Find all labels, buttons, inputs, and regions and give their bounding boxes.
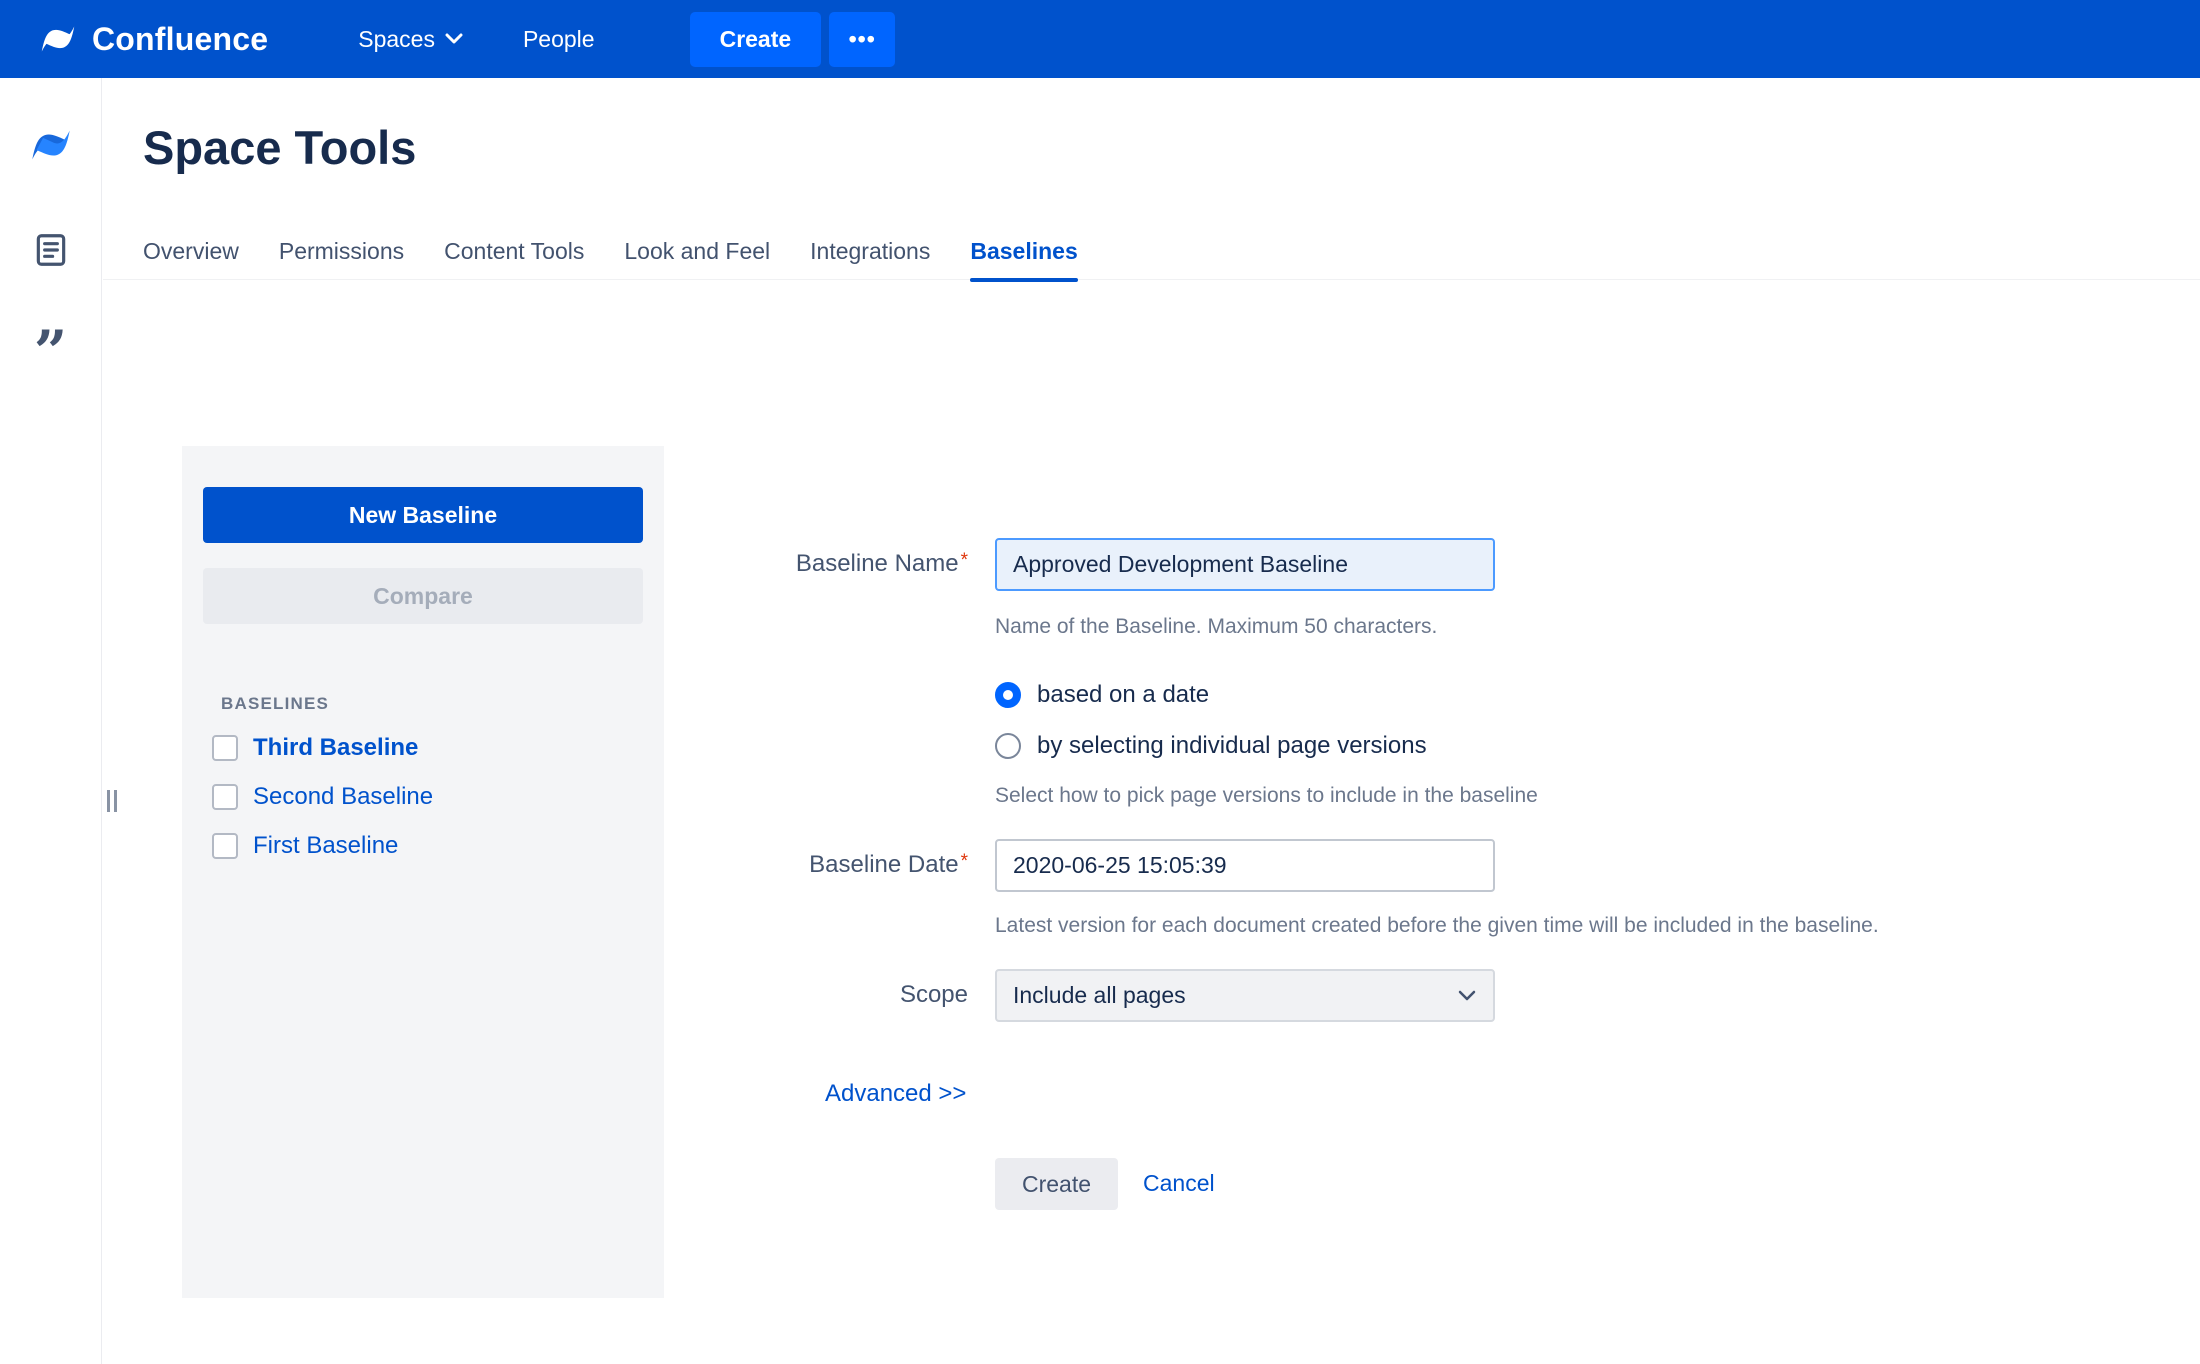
space-logo[interactable] bbox=[26, 120, 76, 170]
radio-selected-icon[interactable] bbox=[995, 682, 1021, 708]
tab-overview[interactable]: Overview bbox=[143, 224, 239, 280]
sidebar-item-blogs[interactable]: ” bbox=[29, 330, 73, 374]
baselines-list-header: BASELINES bbox=[221, 694, 329, 714]
radio-based-on-date[interactable]: based on a date bbox=[995, 681, 1209, 709]
baseline-list-item[interactable]: Second Baseline bbox=[212, 783, 433, 811]
page-title: Space Tools bbox=[143, 120, 416, 175]
sidebar-resize-handle[interactable] bbox=[104, 788, 120, 814]
baselines-panel: New Baseline Compare BASELINES Third Bas… bbox=[182, 446, 664, 1298]
baseline-name-input[interactable] bbox=[995, 538, 1495, 591]
compare-button[interactable]: Compare bbox=[203, 568, 643, 624]
scope-select[interactable]: Include all pages bbox=[995, 969, 1495, 1022]
top-navigation-bar: Confluence Spaces People Create ••• bbox=[0, 0, 2200, 78]
tab-baselines[interactable]: Baselines bbox=[970, 224, 1077, 280]
space-tools-tabs: Overview Permissions Content Tools Look … bbox=[103, 224, 2200, 280]
baseline-name-help: Name of the Baseline. Maximum 50 charact… bbox=[995, 615, 1437, 639]
confluence-space-icon bbox=[28, 122, 74, 168]
form-create-button[interactable]: Create bbox=[995, 1158, 1118, 1210]
create-button[interactable]: Create bbox=[690, 12, 822, 67]
radio-unselected-icon[interactable] bbox=[995, 733, 1021, 759]
advanced-link[interactable]: Advanced >> bbox=[825, 1080, 966, 1108]
scope-selected-value: Include all pages bbox=[1013, 982, 1186, 1009]
baseline-checkbox[interactable] bbox=[212, 735, 238, 761]
tab-content-tools[interactable]: Content Tools bbox=[444, 224, 584, 280]
radio-help: Select how to pick page versions to incl… bbox=[995, 784, 1538, 808]
tab-integrations[interactable]: Integrations bbox=[810, 224, 930, 280]
baseline-list-item[interactable]: Third Baseline bbox=[212, 734, 418, 762]
baseline-link[interactable]: First Baseline bbox=[253, 832, 398, 860]
nav-spaces[interactable]: Spaces bbox=[358, 26, 463, 53]
sidebar-item-pages[interactable] bbox=[29, 228, 73, 272]
baseline-date-label: Baseline Date* bbox=[600, 851, 968, 879]
top-nav: Spaces People bbox=[358, 26, 594, 53]
radio-individual-versions[interactable]: by selecting individual page versions bbox=[995, 732, 1427, 760]
baseline-link[interactable]: Second Baseline bbox=[253, 783, 433, 811]
scope-label: Scope bbox=[600, 981, 968, 1009]
more-actions-button[interactable]: ••• bbox=[829, 12, 895, 67]
baseline-checkbox[interactable] bbox=[212, 833, 238, 859]
tab-permissions[interactable]: Permissions bbox=[279, 224, 404, 280]
required-marker: * bbox=[961, 550, 968, 571]
chevron-down-icon bbox=[1457, 990, 1477, 1002]
radio-individual-versions-label: by selecting individual page versions bbox=[1037, 732, 1427, 760]
nav-people[interactable]: People bbox=[523, 26, 595, 53]
pages-icon bbox=[32, 231, 70, 269]
quote-icon: ” bbox=[34, 337, 67, 367]
baseline-date-input[interactable] bbox=[995, 839, 1495, 892]
baseline-list-item[interactable]: First Baseline bbox=[212, 832, 398, 860]
nav-people-label: People bbox=[523, 26, 595, 53]
confluence-brand[interactable]: Confluence bbox=[38, 19, 268, 59]
baseline-link[interactable]: Third Baseline bbox=[253, 734, 418, 762]
new-baseline-button[interactable]: New Baseline bbox=[203, 487, 643, 543]
top-actions: Create ••• bbox=[690, 12, 896, 67]
baseline-name-label: Baseline Name* bbox=[600, 550, 968, 578]
brand-name: Confluence bbox=[92, 21, 268, 58]
nav-spaces-label: Spaces bbox=[358, 26, 435, 53]
baseline-date-help: Latest version for each document created… bbox=[995, 914, 1879, 938]
baseline-checkbox[interactable] bbox=[212, 784, 238, 810]
radio-based-on-date-label: based on a date bbox=[1037, 681, 1209, 709]
form-cancel-link[interactable]: Cancel bbox=[1143, 1170, 1215, 1197]
required-marker: * bbox=[961, 851, 968, 872]
confluence-logo-icon bbox=[38, 19, 78, 59]
app-sidebar: ” bbox=[0, 78, 102, 1364]
tab-look-and-feel[interactable]: Look and Feel bbox=[624, 224, 770, 280]
chevron-down-icon bbox=[445, 33, 463, 45]
